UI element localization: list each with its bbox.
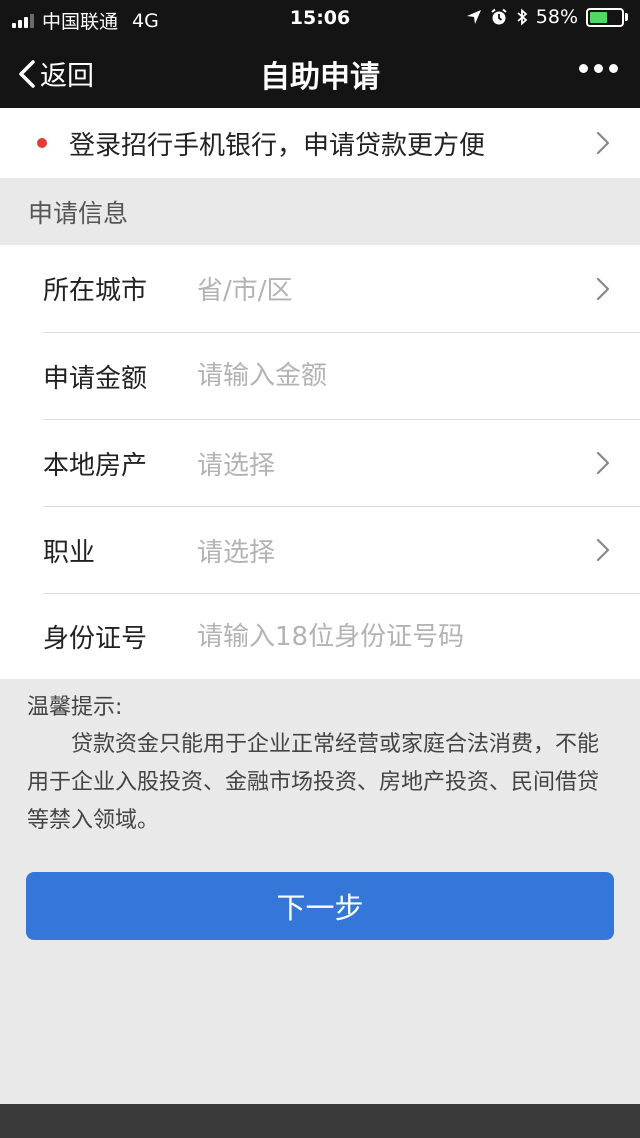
battery-level [590, 11, 608, 23]
network-type: 4G [132, 9, 159, 32]
next-step-button[interactable]: 下一步 [26, 872, 614, 940]
chevron-right-icon [596, 451, 610, 475]
alarm-clock-icon [491, 8, 507, 25]
amount-row: 申请金额 [43, 332, 640, 419]
back-label: 返回 [40, 61, 94, 92]
chevron-right-icon [596, 131, 610, 155]
chevron-right-icon [596, 538, 610, 562]
amount-label: 申请金额 [43, 363, 148, 394]
status-left: 中国联通 4G [12, 7, 159, 34]
more-options-icon[interactable] [579, 60, 618, 77]
page-title: 自助申请 [260, 60, 380, 95]
occupation-selector[interactable]: 请选择 [197, 532, 275, 569]
id-number-row: 身份证号 [43, 593, 640, 679]
tips-section: 温馨提示: 贷款资金只能用于企业正常经营或家庭合法消费，不能用于企业入股投资、金… [27, 690, 617, 840]
property-label: 本地房产 [43, 450, 148, 481]
amount-input[interactable] [197, 361, 577, 391]
city-selector[interactable]: 省/市/区 [197, 270, 293, 307]
login-banner[interactable]: 登录招行手机银行，申请贷款更方便 [0, 108, 640, 178]
red-dot-icon [37, 138, 47, 148]
id-number-label: 身份证号 [43, 624, 148, 654]
login-banner-text: 登录招行手机银行，申请贷款更方便 [69, 130, 486, 161]
city-row[interactable]: 所在城市 省/市/区 [43, 245, 640, 332]
occupation-label: 职业 [43, 537, 96, 568]
city-label: 所在城市 [43, 276, 148, 306]
battery-icon [586, 7, 628, 27]
id-number-input[interactable] [197, 621, 577, 652]
signal-icon [12, 13, 34, 28]
carrier-name: 中国联通 [42, 11, 119, 33]
battery-percent: 58% [535, 6, 578, 28]
back-button[interactable]: 返回 [18, 54, 94, 93]
chevron-right-icon [596, 277, 610, 300]
occupation-row[interactable]: 职业 请选择 [43, 506, 640, 593]
status-right: 58% [466, 6, 628, 28]
bluetooth-icon [517, 8, 528, 26]
status-bar: 中国联通 4G 15:06 58% [0, 0, 640, 36]
nav-bar: 返回 自助申请 [0, 36, 640, 108]
application-form: 所在城市 省/市/区 申请金额 本地房产 请选择 职业 请选择 身份证号 [0, 245, 640, 679]
tips-title: 温馨提示: [27, 695, 123, 720]
chevron-left-icon [19, 59, 35, 88]
property-row[interactable]: 本地房产 请选择 [43, 419, 640, 506]
property-selector[interactable]: 请选择 [197, 445, 275, 482]
bottom-bar [0, 1104, 640, 1138]
location-arrow-icon [466, 10, 481, 24]
section-title: 申请信息 [28, 198, 129, 228]
tips-body: 贷款资金只能用于企业正常经营或家庭合法消费，不能用于企业入股投资、金融市场投资、… [27, 732, 600, 833]
